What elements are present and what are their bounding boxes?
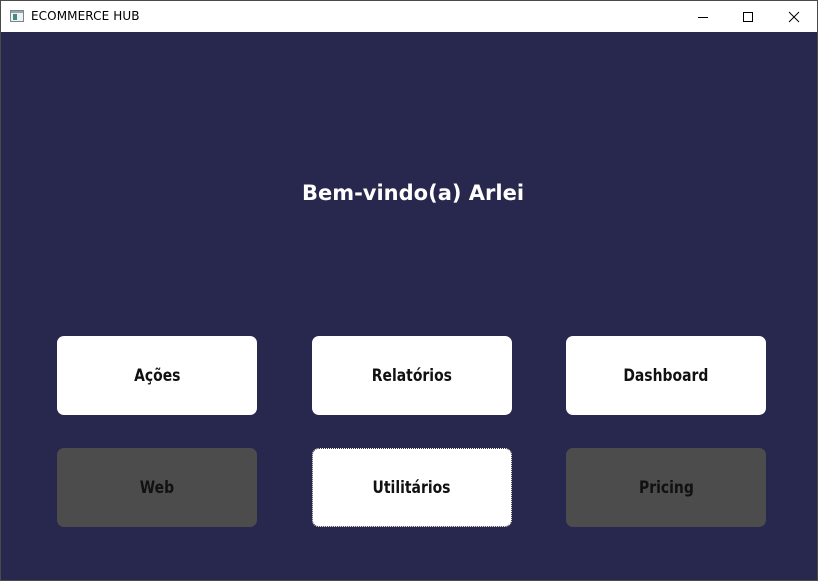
utilitarios-button-label: Utilitários (373, 477, 451, 498)
pricing-button-label: Pricing (638, 477, 694, 498)
relatorios-button-label: Relatórios (371, 365, 453, 386)
window-title: ECOMMERCE HUB (31, 9, 140, 23)
minimize-icon (698, 16, 708, 18)
close-icon (788, 11, 800, 22)
minimize-button[interactable] (680, 1, 726, 32)
relatorios-button[interactable]: Relatórios (312, 336, 512, 415)
maximize-button[interactable] (725, 1, 771, 32)
pricing-button[interactable]: Pricing (566, 448, 766, 527)
app-window-icon (10, 10, 24, 22)
welcome-heading: Bem-vindo(a) Arlei (301, 181, 525, 205)
acoes-button[interactable]: Ações (57, 336, 257, 415)
acoes-button-label: Ações (133, 365, 181, 386)
title-bar[interactable]: ECOMMERCE HUB (1, 1, 817, 32)
app-window: ECOMMERCE HUB Bem-vindo(a) Arlei Ações R… (0, 0, 818, 581)
dashboard-button-label: Dashboard (623, 365, 709, 386)
web-button-label: Web (139, 477, 175, 498)
utilitarios-button[interactable]: Utilitários (312, 448, 512, 527)
close-button[interactable] (771, 1, 817, 32)
main-content: Bem-vindo(a) Arlei Ações Relatórios Dash… (1, 32, 817, 580)
dashboard-button[interactable]: Dashboard (566, 336, 766, 415)
maximize-icon (743, 11, 753, 22)
web-button[interactable]: Web (57, 448, 257, 527)
